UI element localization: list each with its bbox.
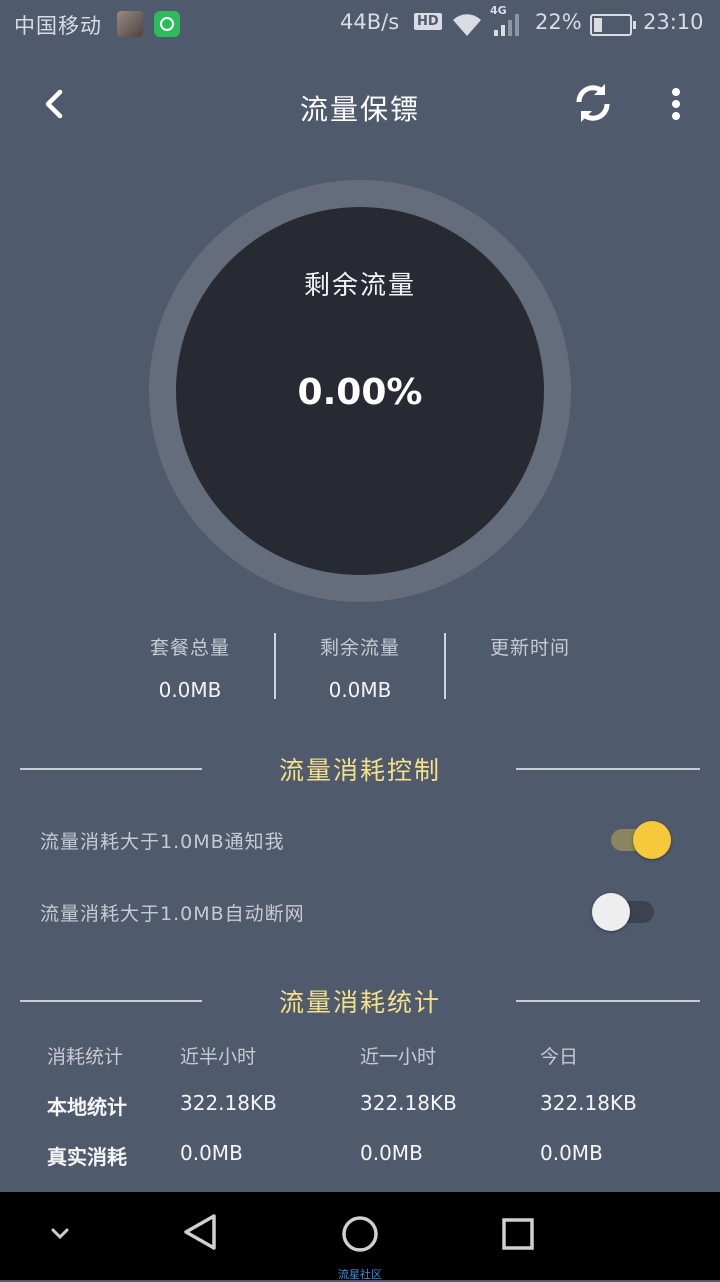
battery-icon bbox=[590, 14, 636, 36]
summary-label: 更新时间 bbox=[489, 637, 570, 659]
table-row: 真实消耗 0.0MB 0.0MB 0.0MB bbox=[0, 1141, 720, 1181]
summary-value: 0.0MB bbox=[158, 678, 222, 702]
stats-header-row: 消耗统计 近半小时 近一小时 今日 bbox=[0, 1042, 720, 1082]
summary-update-time: 更新时间 bbox=[445, 630, 615, 700]
stats-cell: 0.0MB bbox=[540, 1141, 603, 1165]
stats-header-cell: 今日 bbox=[540, 1046, 579, 1068]
summary-remaining: 剩余流量 0.0MB bbox=[275, 630, 445, 702]
signal-icon bbox=[494, 14, 522, 41]
notification-app-icon bbox=[117, 11, 143, 37]
notify-toggle[interactable] bbox=[603, 816, 673, 860]
stats-cell: 0.0MB bbox=[180, 1141, 243, 1165]
auto-disconnect-toggle[interactable] bbox=[592, 888, 662, 932]
toggle-thumb bbox=[592, 893, 630, 931]
system-nav-bar: 流星社区 bbox=[0, 1192, 720, 1281]
table-row: 本地统计 322.18KB 322.18KB 322.18KB bbox=[0, 1091, 720, 1131]
stats-header-cell: 近半小时 bbox=[180, 1046, 257, 1068]
more-vertical-icon[interactable] bbox=[660, 84, 692, 124]
stats-header-cell: 近一小时 bbox=[360, 1046, 437, 1068]
stats-row-name: 真实消耗 bbox=[47, 1145, 127, 1169]
nav-recents-icon[interactable] bbox=[500, 1216, 536, 1252]
carrier-label: 中国移动 bbox=[14, 14, 102, 38]
chevron-down-icon[interactable] bbox=[46, 1222, 74, 1246]
app-bar: 流量保镖 bbox=[0, 60, 720, 150]
stats-cell: 0.0MB bbox=[360, 1141, 423, 1165]
status-bar: 中国移动 44B/s HD 4G 22% 23:10 bbox=[0, 0, 720, 48]
summary-value: 0.0MB bbox=[328, 678, 392, 702]
toggle-thumb bbox=[633, 821, 671, 859]
stats-cell: 322.18KB bbox=[180, 1091, 277, 1115]
auto-disconnect-setting-label: 流量消耗大于1.0MB自动断网 bbox=[40, 903, 305, 925]
stats-row-name: 本地统计 bbox=[47, 1095, 127, 1119]
clock: 23:10 bbox=[643, 10, 704, 34]
section-divider-right bbox=[516, 1000, 700, 1002]
gauge-label: 剩余流量 bbox=[303, 271, 416, 301]
section-divider-right bbox=[516, 768, 700, 770]
hd-badge: HD bbox=[414, 13, 442, 30]
summary-label: 套餐总量 bbox=[149, 637, 230, 659]
notification-app-icon-green bbox=[154, 11, 180, 37]
refresh-icon[interactable] bbox=[570, 80, 616, 126]
nav-back-icon[interactable] bbox=[180, 1212, 220, 1252]
stats-section-header: 流量消耗统计 bbox=[0, 981, 720, 1021]
gauge-value: 0.00% bbox=[297, 372, 423, 413]
wifi-icon bbox=[450, 10, 484, 43]
notify-setting-row: 流量消耗大于1.0MB通知我 bbox=[40, 815, 680, 865]
summary-total: 套餐总量 0.0MB bbox=[105, 630, 275, 702]
traffic-summary: 套餐总量 0.0MB 剩余流量 0.0MB 更新时间 bbox=[105, 630, 615, 702]
network-speed: 44B/s bbox=[340, 10, 400, 34]
gauge-center: 剩余流量 0.00% bbox=[176, 207, 544, 575]
notify-setting-label: 流量消耗大于1.0MB通知我 bbox=[40, 831, 285, 853]
stats-cell: 322.18KB bbox=[360, 1091, 457, 1115]
nav-home-icon[interactable] bbox=[340, 1214, 380, 1254]
auto-disconnect-setting-row: 流量消耗大于1.0MB自动断网 bbox=[40, 887, 680, 937]
battery-percent: 22% bbox=[535, 10, 582, 34]
control-section-header: 流量消耗控制 bbox=[0, 749, 720, 789]
summary-label: 剩余流量 bbox=[319, 637, 400, 659]
stats-cell: 322.18KB bbox=[540, 1091, 637, 1115]
remaining-traffic-gauge: 剩余流量 0.00% bbox=[149, 180, 571, 602]
stats-header-cell: 消耗统计 bbox=[47, 1046, 124, 1068]
